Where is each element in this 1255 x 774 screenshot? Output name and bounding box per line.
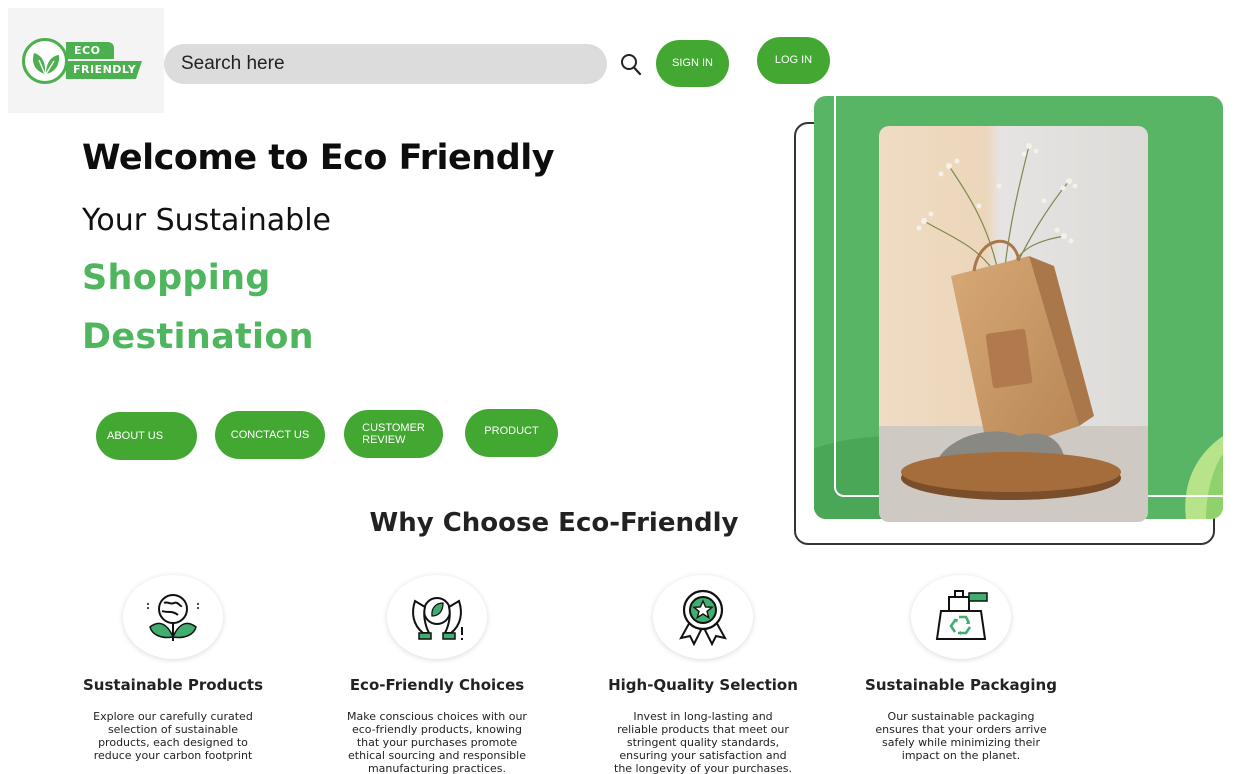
customer-review-line1: CUSTOMER (362, 421, 425, 434)
feature-card-sustainable-products: Sustainable Products Explore our careful… (63, 575, 283, 762)
contact-us-button[interactable]: CONCTACT US (215, 411, 325, 459)
logo-text-friendly: FRIENDLY (66, 61, 142, 79)
globe-leaf-icon (123, 575, 223, 659)
recycle-box-icon (911, 575, 1011, 659)
feature-card-eco-friendly-choices: Eco-Friendly Choices Make conscious choi… (327, 575, 547, 774)
leaf-icon (22, 38, 68, 84)
feature-description: Make conscious choices with our eco-frie… (347, 710, 527, 774)
hero-highlight-line2: Destination (82, 317, 314, 357)
log-in-button[interactable]: LOG IN (757, 37, 830, 84)
feature-description: Explore our carefully curated selection … (93, 710, 253, 762)
hero-highlight-line1: Shopping (82, 258, 271, 298)
product-button[interactable]: PRODUCT (465, 409, 558, 457)
feature-title: High-Quality Selection (608, 676, 798, 694)
hero-product-image (879, 126, 1148, 522)
feature-card-sustainable-packaging: Sustainable Packaging Our sustainable pa… (851, 575, 1071, 762)
feature-title: Eco-Friendly Choices (349, 676, 525, 694)
logo[interactable]: ECO FRIENDLY (8, 8, 164, 113)
feature-title: Sustainable Packaging (865, 676, 1057, 694)
feature-description: Our sustainable packaging ensures that y… (875, 710, 1047, 762)
page: ECO FRIENDLY SIGN IN LOG IN Welcome to E… (0, 0, 1255, 774)
logo-text-eco: ECO (66, 42, 114, 59)
search-icon[interactable] (620, 53, 642, 77)
feature-card-high-quality-selection: High-Quality Selection Invest in long-la… (593, 575, 813, 774)
about-us-button[interactable]: ABOUT US (96, 412, 197, 460)
feature-description: Invest in long-lasting and reliable prod… (614, 710, 792, 774)
section-title: Why Choose Eco-Friendly (369, 508, 739, 538)
customer-review-line2: REVIEW (362, 434, 406, 446)
feature-title: Sustainable Products (82, 676, 264, 694)
award-badge-icon (653, 575, 753, 659)
hero-subtitle: Your Sustainable (82, 203, 331, 238)
hero-title: Welcome to Eco Friendly (82, 138, 555, 178)
search-input[interactable] (164, 44, 607, 84)
customer-review-label: CUSTOMER REVIEW (362, 422, 425, 446)
hands-leaf-icon (387, 575, 487, 659)
sign-in-button[interactable]: SIGN IN (656, 40, 729, 87)
customer-review-button[interactable]: CUSTOMER REVIEW (344, 410, 443, 458)
